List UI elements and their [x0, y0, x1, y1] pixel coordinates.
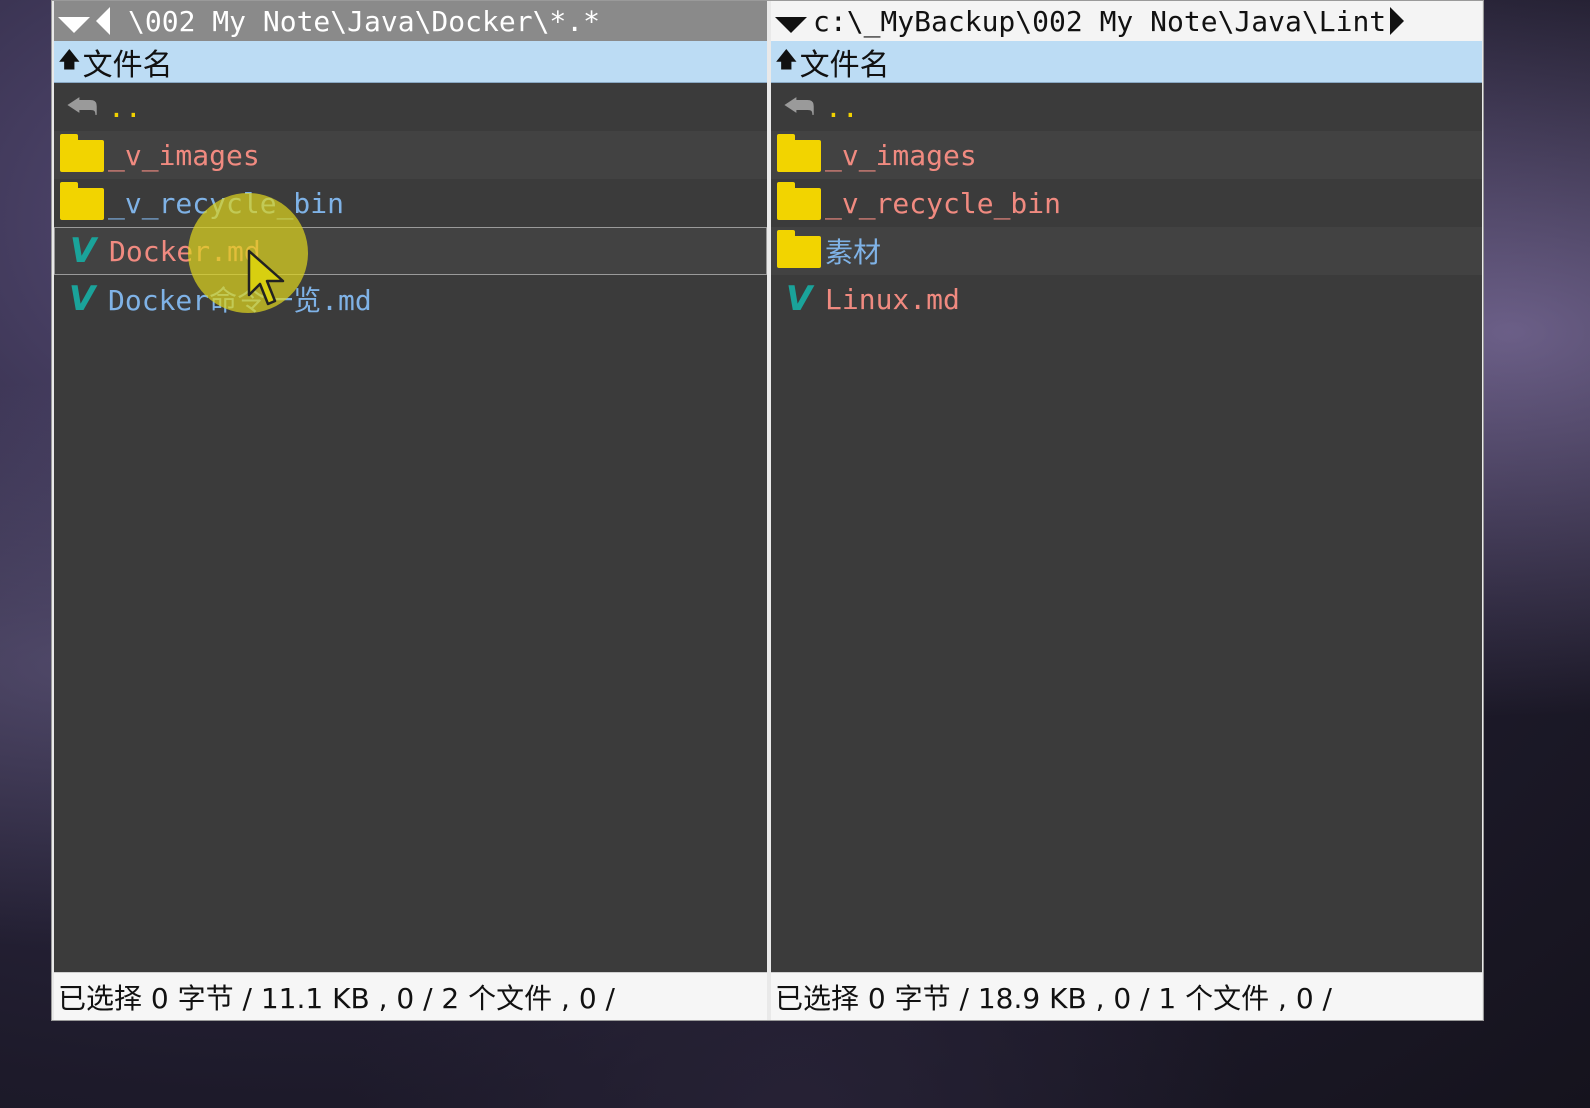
right-path-text[interactable]: c:\_MyBackup\002 My Note\Java\Lint: [813, 5, 1386, 38]
status-text: 已选择 0 字节 / 11.1 KB , 0 / 2 个文件 , 0 /: [58, 981, 615, 1015]
left-file-panel: \002 My Note\Java\Docker\*.* 🡅 文件名 ⮪ .. …: [54, 1, 767, 1020]
list-item-file[interactable]: V Linux.md: [771, 275, 1482, 323]
right-file-panel: c:\_MyBackup\002 My Note\Java\Lint 🡅 文件名…: [771, 1, 1482, 1020]
left-status-bar: 已选择 0 字节 / 11.1 KB , 0 / 2 个文件 , 0 /: [54, 972, 767, 1020]
list-item-label: _v_images: [825, 138, 977, 172]
column-header-label[interactable]: 文件名: [83, 40, 173, 84]
list-item-folder[interactable]: 素材: [771, 227, 1482, 275]
right-status-bar: 已选择 0 字节 / 18.9 KB , 0 / 1 个文件 , 0 /: [771, 972, 1482, 1020]
up-directory-icon: ⮪: [783, 87, 815, 127]
chevron-down-icon[interactable]: [775, 17, 807, 33]
list-item-label: _v_images: [108, 138, 260, 172]
column-header-label[interactable]: 文件名: [800, 40, 890, 84]
folder-icon: [777, 230, 821, 268]
list-item-label: ..: [825, 90, 859, 124]
status-text: 已选择 0 字节 / 18.9 KB , 0 / 1 个文件 , 0 /: [775, 981, 1332, 1015]
list-item-label: _v_recycle_bin: [108, 186, 345, 220]
left-path-bar[interactable]: \002 My Note\Java\Docker\*.*: [54, 1, 767, 41]
list-item-updir[interactable]: ⮪ ..: [771, 83, 1482, 131]
vnote-file-icon: V: [785, 279, 813, 319]
list-item-label: Docker命令一览.md: [108, 284, 372, 317]
list-item-folder[interactable]: _v_images: [771, 131, 1482, 179]
triangle-left-icon[interactable]: [96, 7, 110, 35]
right-column-header[interactable]: 🡅 文件名: [771, 41, 1482, 83]
left-column-header[interactable]: 🡅 文件名: [54, 41, 767, 83]
list-item-updir[interactable]: ⮪ ..: [54, 83, 767, 131]
right-path-bar[interactable]: c:\_MyBackup\002 My Note\Java\Lint: [771, 1, 1482, 41]
list-item-folder[interactable]: _v_recycle_bin: [771, 179, 1482, 227]
left-path-text[interactable]: \002 My Note\Java\Docker\*.*: [128, 5, 600, 38]
list-item-label: Linux.md: [825, 282, 960, 316]
up-directory-icon: ⮪: [66, 87, 98, 127]
sort-ascending-icon: 🡅: [775, 47, 798, 73]
folder-icon: [777, 134, 821, 172]
list-item-file-focused[interactable]: V Docker.md: [54, 227, 767, 275]
sort-ascending-icon: 🡅: [58, 47, 81, 73]
folder-icon: [777, 182, 821, 220]
list-item-label: ..: [108, 90, 142, 124]
list-item-folder[interactable]: _v_recycle_bin: [54, 179, 767, 227]
list-item-label: _v_recycle_bin: [825, 186, 1062, 220]
list-item-folder[interactable]: _v_images: [54, 131, 767, 179]
file-manager-window: \002 My Note\Java\Docker\*.* 🡅 文件名 ⮪ .. …: [51, 0, 1484, 1021]
right-file-list: ⮪ .. _v_images _v_recycle_bin 素材 V Linux…: [771, 83, 1482, 323]
chevron-down-icon[interactable]: [58, 17, 90, 33]
vnote-file-icon: V: [68, 279, 96, 319]
vnote-file-icon: V: [69, 231, 97, 271]
folder-icon: [60, 134, 104, 172]
list-item-label: Docker.md: [109, 234, 261, 268]
list-item-label: 素材: [825, 236, 882, 269]
list-item-file[interactable]: V Docker命令一览.md: [54, 275, 767, 323]
triangle-right-icon[interactable]: [1390, 7, 1405, 35]
left-file-list: ⮪ .. _v_images _v_recycle_bin V Docker.m…: [54, 83, 767, 323]
folder-icon: [60, 182, 104, 220]
